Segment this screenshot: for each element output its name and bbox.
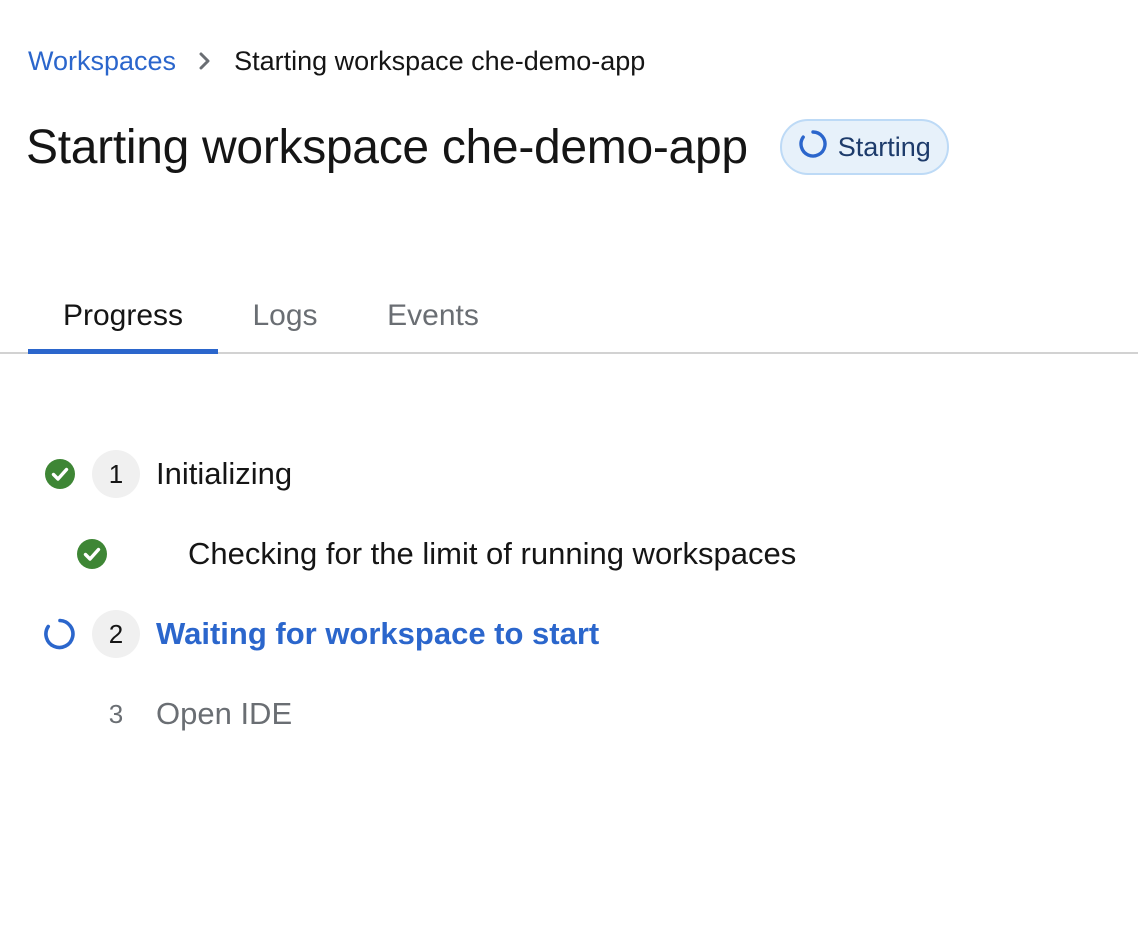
spinner-icon (43, 617, 77, 651)
progress-step-open-ide: 3 Open IDE (0, 689, 600, 739)
step-label: Waiting for workspace to start (156, 616, 600, 651)
workspace-progress-page: Workspaces Starting workspace che-demo-a… (0, 0, 1138, 926)
step-number: 2 (92, 610, 140, 658)
step-number: 1 (92, 450, 140, 498)
breadcrumb-workspaces-link[interactable]: Workspaces (28, 46, 176, 77)
page-header: Starting workspace che-demo-app Starting (26, 112, 949, 182)
tab-logs[interactable]: Logs (232, 280, 338, 352)
status-badge: Starting (779, 119, 949, 175)
step-label: Checking for the limit of running worksp… (188, 536, 797, 571)
progress-step-waiting: 2 Waiting for workspace to start (0, 609, 800, 659)
spinner-icon (798, 129, 828, 166)
chevron-right-icon (176, 46, 234, 76)
tab-events[interactable]: Events (364, 280, 502, 352)
check-circle-icon (43, 457, 77, 491)
step-number: 3 (108, 698, 124, 729)
progress-step-initializing: 1 Initializing (0, 449, 700, 499)
status-badge-label: Starting (837, 131, 931, 162)
step-label: Initializing (156, 456, 293, 491)
breadcrumb-current: Starting workspace che-demo-app (234, 45, 646, 76)
step-label: Open IDE (156, 696, 293, 731)
tab-progress[interactable]: Progress (28, 280, 218, 354)
progress-substep-workspace-limit: Checking for the limit of running worksp… (0, 529, 900, 579)
page-title: Starting workspace che-demo-app (26, 120, 748, 174)
check-circle-icon (75, 537, 109, 571)
breadcrumb: Workspaces Starting workspace che-demo-a… (28, 42, 645, 80)
tab-bar: Progress Logs Events (0, 280, 1138, 354)
